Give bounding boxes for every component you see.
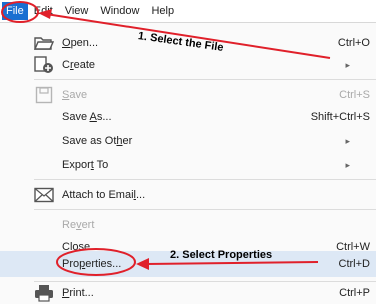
menu-item-create[interactable]: Create ▸ (0, 53, 376, 77)
menu-item-label: Save (62, 89, 88, 101)
menu-file[interactable]: File (2, 2, 28, 20)
menu-item-label: Save As... (62, 111, 112, 123)
save-disk-icon (34, 86, 54, 104)
menu-item-save-as[interactable]: Save As... Shift+Ctrl+S (0, 105, 376, 129)
menu-bar: File Edit View Window Help (0, 0, 376, 22)
submenu-arrow-icon: ▸ (345, 159, 350, 170)
folder-open-icon (34, 34, 54, 52)
file-menu-dropdown: Open... Ctrl+O Create ▸ Save Ctrl+S Save… (0, 22, 376, 304)
printer-icon (34, 284, 54, 302)
menu-item-save: Save Ctrl+S (0, 83, 376, 107)
menu-item-save-as-other[interactable]: Save as Other ▸ (0, 129, 376, 153)
menu-item-label: Attach to Email... (62, 189, 146, 201)
shortcut-text: Ctrl+S (339, 89, 370, 101)
menu-item-label: Export To (62, 159, 109, 171)
menu-item-revert: Revert (0, 213, 376, 237)
shortcut-text: Ctrl+D (338, 258, 370, 270)
shortcut-text: Ctrl+O (337, 37, 370, 49)
divider (34, 209, 376, 210)
divider (34, 79, 376, 80)
menu-item-print[interactable]: Print... Ctrl+P (0, 281, 376, 304)
create-pdf-icon (34, 56, 54, 74)
menu-item-label: Properties... (62, 258, 122, 270)
menu-view[interactable]: View (59, 0, 95, 22)
shortcut-text: Shift+Ctrl+S (310, 111, 370, 123)
menu-item-export-to[interactable]: Export To ▸ (0, 153, 376, 177)
shortcut-text: Ctrl+P (339, 287, 370, 299)
divider (34, 179, 376, 180)
submenu-arrow-icon: ▸ (345, 59, 350, 70)
menu-edit[interactable]: Edit (28, 0, 59, 22)
annotation-step2: 2. Select Properties (170, 249, 273, 261)
menu-item-label: Save as Other (62, 135, 133, 147)
menu-item-label: Revert (62, 219, 95, 231)
menu-item-attach-email[interactable]: Attach to Email... (0, 183, 376, 207)
menu-item-label: Open... (62, 37, 99, 49)
menu-help[interactable]: Help (145, 0, 180, 22)
envelope-icon (34, 186, 54, 204)
menu-window[interactable]: Window (94, 0, 145, 22)
submenu-arrow-icon: ▸ (345, 135, 350, 146)
menu-item-label: Print... (62, 287, 94, 299)
menu-item-label: Create (62, 59, 96, 71)
